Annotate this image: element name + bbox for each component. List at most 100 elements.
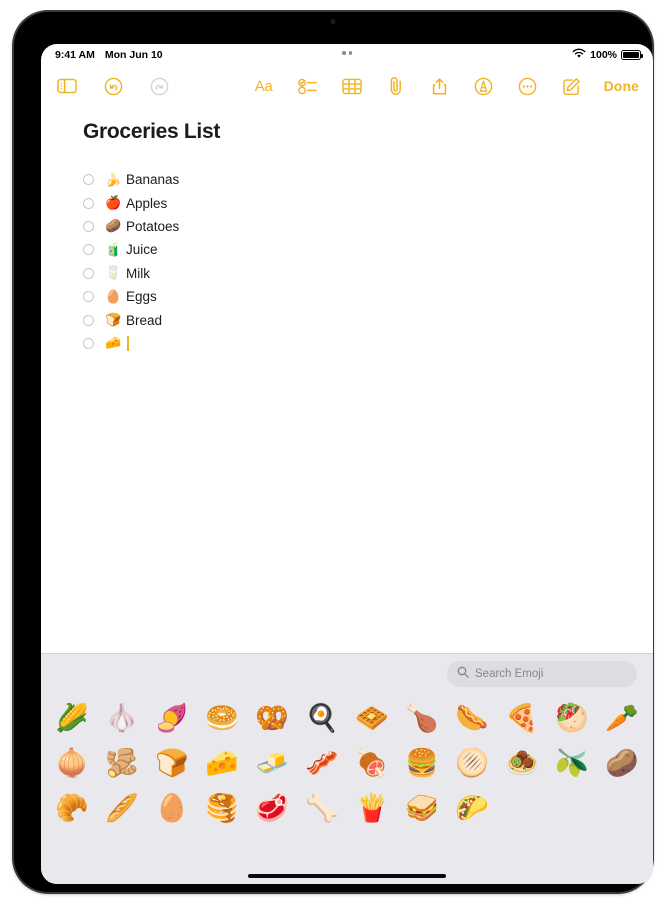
beverage-box-emoji: 🧃 xyxy=(105,241,122,257)
emoji-grid[interactable]: 🌽 🧄 🍠 🥯 🥨 🍳 🧇 🍗 🌭 🍕 🥙 🥕 🧅 🫚 🍞 🧀 🧈 🥓 🍖 🍔 🫓 🧆 🫒 🥔 🥐 🥖 🥚 🥞 🥩 🦴 🍟 🥪 🌮 xyxy=(41,694,653,884)
table-button[interactable] xyxy=(340,74,364,98)
battery-icon xyxy=(621,50,643,60)
bacon-emoji[interactable]: 🥓 xyxy=(297,741,347,786)
checkbox-circle-icon[interactable] xyxy=(83,244,94,256)
potato-emoji: 🥔 xyxy=(105,218,122,234)
flatbread-emoji[interactable]: 🫓 xyxy=(447,741,497,786)
checklist-item-label: Apples xyxy=(126,195,168,211)
corn-emoji[interactable]: 🌽 xyxy=(47,696,97,741)
compose-button[interactable] xyxy=(560,74,584,98)
bagel-emoji[interactable]: 🥯 xyxy=(197,696,247,741)
glass-of-milk-emoji: 🥛 xyxy=(105,265,122,281)
checkbox-circle-icon[interactable] xyxy=(83,314,94,326)
checklist-item[interactable]: 🥛 Milk xyxy=(83,262,653,285)
pancakes-emoji[interactable]: 🥞 xyxy=(197,786,247,831)
ipad-device-frame: 9:41 AM Mon Jun 10 100% Aa Done Grocerie… xyxy=(14,12,653,892)
checklist-item-label: Eggs xyxy=(126,289,157,305)
hot-dog-emoji[interactable]: 🌭 xyxy=(447,696,497,741)
checklist-item[interactable]: 🥚 Eggs xyxy=(83,285,653,308)
toolbar-right-group: Aa Done xyxy=(252,74,639,98)
checklist-item-label: Bread xyxy=(126,312,163,328)
status-bar: 9:41 AM Mon Jun 10 100% xyxy=(41,44,653,66)
checklist-item[interactable]: 🧃 Juice xyxy=(83,238,653,261)
ginger-root-emoji[interactable]: 🫚 xyxy=(97,741,147,786)
aa-text-format-icon: Aa xyxy=(254,77,273,95)
poultry-leg-emoji[interactable]: 🍗 xyxy=(397,696,447,741)
hamburger-emoji[interactable]: 🍔 xyxy=(397,741,447,786)
olive-emoji[interactable]: 🫒 xyxy=(547,741,597,786)
checklist-item[interactable]: 🍞 Bread xyxy=(83,308,653,331)
checklist-item-label: Potatoes xyxy=(126,218,180,234)
status-bar-right: 100% xyxy=(572,44,643,66)
checkbox-circle-icon[interactable] xyxy=(83,174,94,186)
dot xyxy=(342,51,346,55)
battery-fill xyxy=(623,52,639,58)
taco-emoji[interactable]: 🌮 xyxy=(447,786,497,831)
onion-emoji[interactable]: 🧅 xyxy=(47,741,97,786)
checklist-item-label: Juice xyxy=(126,242,158,258)
text-cursor xyxy=(127,335,129,351)
potato-emoji[interactable]: 🥔 xyxy=(597,741,647,786)
butter-emoji[interactable]: 🧈 xyxy=(247,741,297,786)
roasted-sweet-potato-emoji[interactable]: 🍠 xyxy=(147,696,197,741)
bread-emoji: 🍞 xyxy=(105,312,122,328)
checkbox-circle-icon[interactable] xyxy=(83,267,94,279)
multitasking-dots-icon[interactable] xyxy=(342,51,352,55)
egg-emoji[interactable]: 🥚 xyxy=(147,786,197,831)
sandwich-emoji[interactable]: 🥪 xyxy=(397,786,447,831)
pizza-emoji[interactable]: 🍕 xyxy=(497,696,547,741)
croissant-emoji[interactable]: 🥐 xyxy=(47,786,97,831)
page-title[interactable]: Groceries List xyxy=(83,120,653,144)
undo-button[interactable] xyxy=(101,74,125,98)
sidebar-toggle-button[interactable] xyxy=(55,74,79,98)
battery-percent-label: 100% xyxy=(590,49,617,61)
checkbox-circle-icon[interactable] xyxy=(83,291,94,303)
markup-button[interactable] xyxy=(472,74,496,98)
egg-emoji: 🥚 xyxy=(105,288,122,304)
bone-emoji[interactable]: 🦴 xyxy=(297,786,347,831)
checkbox-circle-icon[interactable] xyxy=(83,337,94,349)
french-fries-emoji[interactable]: 🍟 xyxy=(347,786,397,831)
baguette-bread-emoji[interactable]: 🥖 xyxy=(97,786,147,831)
wifi-icon xyxy=(572,48,586,62)
waffle-emoji[interactable]: 🧇 xyxy=(347,696,397,741)
cheese-wedge-emoji[interactable]: 🧀 xyxy=(197,741,247,786)
search-icon xyxy=(457,665,469,683)
more-button[interactable] xyxy=(516,74,540,98)
cheese-wedge-emoji: 🧀 xyxy=(105,335,122,351)
fried-egg-emoji[interactable]: 🍳 xyxy=(297,696,347,741)
redo-button xyxy=(147,74,171,98)
banana-emoji: 🍌 xyxy=(105,171,122,187)
checklist: 🍌 Bananas 🍎 Apples 🥔 Potatoes 🧃 Juice 🥛 Milk 🥚 Eggs… xyxy=(83,168,653,355)
checkbox-circle-icon[interactable] xyxy=(83,197,94,209)
checkbox-circle-icon[interactable] xyxy=(83,220,94,232)
checklist-item[interactable]: 🥔 Potatoes xyxy=(83,215,653,238)
ipad-screen: 9:41 AM Mon Jun 10 100% Aa Done Grocerie… xyxy=(41,44,653,884)
search-placeholder: Search Emoji xyxy=(475,668,544,680)
done-button[interactable]: Done xyxy=(604,78,639,94)
carrot-emoji[interactable]: 🥕 xyxy=(597,696,647,741)
falafel-emoji[interactable]: 🧆 xyxy=(497,741,547,786)
status-time: 9:41 AM xyxy=(55,49,95,61)
home-indicator xyxy=(248,874,446,878)
garlic-emoji[interactable]: 🧄 xyxy=(97,696,147,741)
pretzel-emoji[interactable]: 🥨 xyxy=(247,696,297,741)
front-camera-icon xyxy=(330,19,336,24)
checklist-button[interactable] xyxy=(296,74,320,98)
search-input[interactable]: Search Emoji xyxy=(447,661,637,687)
format-button[interactable]: Aa xyxy=(252,74,276,98)
meat-on-bone-emoji[interactable]: 🍖 xyxy=(347,741,397,786)
red-apple-emoji: 🍎 xyxy=(105,195,122,211)
note-content-area[interactable]: Groceries List 🍌 Bananas 🍎 Apples 🥔 Potatoes 🧃… xyxy=(41,106,653,653)
checklist-item[interactable]: 🍌 Bananas xyxy=(83,168,653,191)
share-button[interactable] xyxy=(428,74,452,98)
status-bar-left: 9:41 AM Mon Jun 10 xyxy=(55,49,163,61)
checklist-item[interactable]: 🧀 xyxy=(83,332,653,355)
stuffed-flatbread-emoji[interactable]: 🥙 xyxy=(547,696,597,741)
note-toolbar: Aa Done xyxy=(41,66,653,106)
cut-of-meat-emoji[interactable]: 🥩 xyxy=(247,786,297,831)
emoji-search-row: Search Emoji xyxy=(41,654,653,694)
checklist-item[interactable]: 🍎 Apples xyxy=(83,191,653,214)
attachment-button[interactable] xyxy=(384,74,408,98)
bread-emoji[interactable]: 🍞 xyxy=(147,741,197,786)
